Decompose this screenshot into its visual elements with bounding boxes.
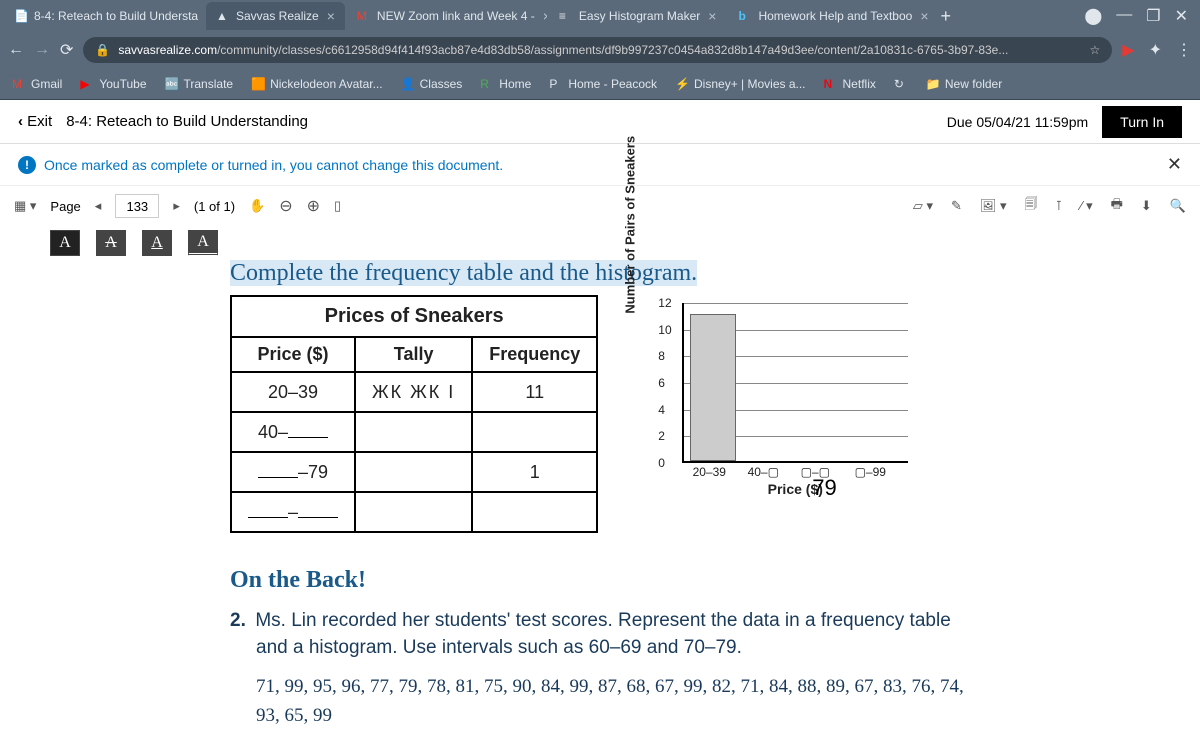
warning-text: Once marked as complete or turned in, yo…	[44, 157, 503, 173]
warning-banner: ! Once marked as complete or turned in, …	[0, 144, 1200, 186]
bookmark-translate[interactable]: 🔤Translate	[165, 77, 234, 91]
savvas-icon: ▲	[216, 9, 230, 23]
close-window-icon[interactable]: ✕	[1175, 6, 1188, 26]
col-price: Price ($)	[231, 337, 355, 372]
text-style-toolbar: A A A A	[0, 226, 1200, 260]
extension-icon[interactable]: ▶	[1122, 40, 1134, 60]
x-axis-label: Price ($)	[682, 481, 908, 497]
bookmark-disney[interactable]: ⚡Disney+ | Movies a...	[675, 77, 806, 91]
table-row: –	[231, 492, 597, 532]
bookmark-gmail[interactable]: MGmail	[12, 77, 62, 91]
menu-icon[interactable]: ⋮	[1176, 40, 1192, 60]
due-date: Due 05/04/21 11:59pm	[947, 114, 1088, 130]
bookmark-nick[interactable]: 🟧Nickelodeon Avatar...	[251, 77, 383, 91]
close-icon[interactable]: ×	[543, 8, 547, 24]
page-number-input[interactable]	[115, 194, 159, 218]
bookmark-netflix[interactable]: NNetflix	[824, 77, 876, 91]
bookmark-home[interactable]: RHome	[480, 77, 531, 91]
back-button[interactable]: ←	[8, 41, 24, 59]
question-2-data: 71, 99, 95, 96, 77, 79, 78, 81, 75, 90, …	[230, 673, 970, 730]
forward-button[interactable]: →	[34, 41, 50, 59]
bookmark-history[interactable]: ↻	[894, 77, 908, 91]
print-button[interactable]: 🖶	[1111, 195, 1123, 217]
thumbnails-button[interactable]: ▦ ▾	[14, 198, 36, 214]
exit-button[interactable]: ‹ Exit	[18, 113, 52, 130]
highlight-button[interactable]: ▱ ▾	[913, 198, 933, 214]
tab-3[interactable]: ≡Easy Histogram Maker×	[549, 2, 727, 30]
bookmark-star-icon[interactable]: ☆	[1090, 43, 1101, 57]
note-button[interactable]: 🗐	[1025, 195, 1038, 217]
close-icon[interactable]: ×	[708, 8, 716, 24]
table-row: 40–	[231, 412, 597, 452]
on-the-back-heading: On the Back!	[230, 567, 970, 594]
close-icon[interactable]: ×	[327, 8, 335, 24]
tab-strip: 📄8-4: Reteach to Build Understa× ▲Savvas…	[0, 0, 1200, 32]
close-icon[interactable]: ×	[920, 8, 928, 24]
tab-1[interactable]: ▲Savvas Realize×	[206, 2, 345, 30]
info-icon: !	[18, 156, 36, 174]
bar-20-39	[690, 314, 736, 461]
puzzle-icon[interactable]: ✦	[1149, 40, 1162, 60]
document-toolbar: ▦ ▾ Page ◂ ▸ (1 of 1) ✋ ⊖ ⊕ ▯ ▱ ▾ ✎ 🖼 ▾ …	[0, 186, 1200, 226]
user-icon[interactable]: ⬤	[1084, 6, 1102, 26]
col-tally: Tally	[355, 337, 472, 372]
line-button[interactable]: ⁄ ▾	[1080, 198, 1092, 214]
turn-in-button[interactable]: Turn In	[1102, 106, 1182, 138]
dismiss-warning-button[interactable]: ✕	[1167, 154, 1182, 175]
prev-page-button[interactable]: ◂	[95, 198, 102, 214]
lock-icon: 🔒	[95, 43, 110, 57]
col-freq: Frequency	[472, 337, 597, 372]
zoom-out-button[interactable]: ⊖	[279, 196, 292, 216]
device-button[interactable]: ▯	[334, 198, 341, 214]
maximize-icon[interactable]: ❐	[1146, 6, 1160, 26]
assignment-header: ‹ Exit 8-4: Reteach to Build Understandi…	[0, 100, 1200, 144]
histogram-chart: Number of Pairs of Sneakers 12 10 8 6 4 …	[638, 295, 918, 495]
address-bar: ← → ⟳ 🔒 savvasrealize.com/community/clas…	[0, 32, 1200, 68]
list-icon: ≡	[559, 9, 573, 23]
y-axis-label: Number of Pairs of Sneakers	[623, 136, 638, 314]
question-2: 2. Ms. Lin recorded her students' test s…	[230, 608, 970, 661]
table-row: 20–39 ЖК ЖК I 11	[231, 372, 597, 412]
text-style-underline[interactable]: A	[142, 230, 172, 256]
document-content: Complete the frequency table and the his…	[0, 260, 1200, 730]
text-style-squiggle[interactable]: A	[188, 230, 218, 256]
gmail-icon: M	[357, 9, 371, 23]
table-row: –79 1	[231, 452, 597, 492]
frequency-table: Prices of Sneakers Price ($) Tally Frequ…	[230, 295, 598, 533]
bartleby-icon: b	[738, 9, 752, 23]
bookmark-peacock[interactable]: PHome - Peacock	[549, 77, 657, 91]
student-answer[interactable]: 79	[812, 475, 836, 501]
bookmarks-bar: MGmail ▶YouTube 🔤Translate 🟧Nickelodeon …	[0, 68, 1200, 100]
bookmark-classes[interactable]: 👤Classes	[401, 77, 463, 91]
bookmark-youtube[interactable]: ▶YouTube	[80, 77, 146, 91]
tab-2[interactable]: MNEW Zoom link and Week 4 -×	[347, 2, 547, 30]
next-page-button[interactable]: ▸	[173, 198, 180, 214]
tab-0[interactable]: 📄8-4: Reteach to Build Understa×	[4, 2, 204, 30]
draw-button[interactable]: ✎	[951, 198, 962, 214]
download-button[interactable]: ⬇	[1141, 198, 1152, 214]
assignment-title: 8-4: Reteach to Build Understanding	[66, 113, 308, 130]
page-label: Page	[50, 199, 80, 214]
reload-button[interactable]: ⟳	[60, 40, 73, 60]
new-tab-button[interactable]: +	[930, 6, 961, 27]
pan-tool-button[interactable]: ✋	[249, 198, 265, 214]
text-style-strike[interactable]: A	[96, 230, 126, 256]
image-button[interactable]: 🖼 ▾	[980, 198, 1007, 214]
bookmark-folder[interactable]: 📁New folder	[926, 77, 1002, 91]
table-title: Prices of Sneakers	[231, 296, 597, 337]
doc-icon: 📄	[14, 9, 28, 23]
text-button[interactable]: ⊺	[1056, 198, 1063, 214]
url-input[interactable]: 🔒 savvasrealize.com/community/classes/c6…	[83, 37, 1112, 63]
zoom-in-button[interactable]: ⊕	[307, 196, 320, 216]
page-total: (1 of 1)	[194, 199, 235, 214]
search-button[interactable]: 🔍	[1170, 198, 1186, 214]
tab-4[interactable]: bHomework Help and Textboo×	[728, 2, 928, 30]
minimize-icon[interactable]: —	[1116, 6, 1132, 26]
text-style-plain[interactable]: A	[50, 230, 80, 256]
